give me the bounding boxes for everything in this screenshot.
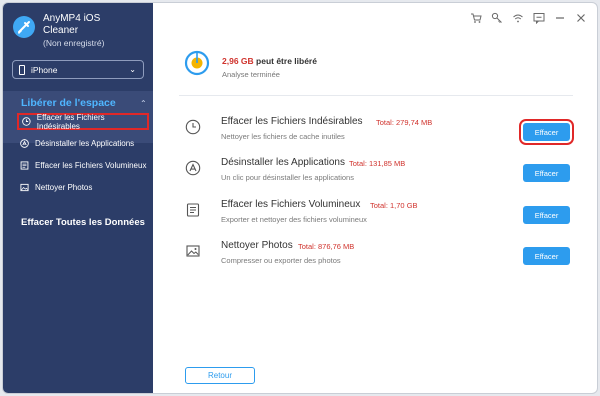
item-description: Exporter et nettoyer des fichiers volumi… (221, 215, 367, 224)
freeable-size-suffix: peut être libéré (256, 56, 317, 66)
wifi-icon[interactable] (512, 12, 524, 24)
list-item-uninstall-apps: Désinstaller les Applications Total: 131… (185, 157, 577, 197)
sidebar: AnyMP4 iOS Cleaner (Non enregistré) iPho… (3, 3, 153, 393)
item-total: Total: 279,74 MB (376, 118, 433, 127)
phone-icon (19, 64, 25, 75)
app-name-line2: Cleaner (43, 25, 79, 36)
device-selected-label: iPhone (31, 64, 58, 75)
chevron-up-icon[interactable]: ⌃ (140, 99, 147, 108)
item-title: Effacer les Fichiers Indésirables (221, 116, 363, 127)
photo-icon (20, 183, 29, 192)
document-icon (186, 203, 200, 217)
registration-status: (Non enregistré) (43, 38, 105, 48)
sidebar-item-label: Désinstaller les Applications (35, 139, 135, 148)
feedback-icon[interactable] (533, 12, 545, 24)
sidebar-item-erase-all[interactable]: Effacer Toutes les Données (21, 217, 145, 228)
back-button[interactable]: Retour (185, 367, 255, 384)
close-icon[interactable] (575, 12, 587, 24)
item-title: Désinstaller les Applications (221, 157, 345, 168)
key-icon[interactable] (491, 12, 503, 24)
divider (179, 95, 573, 96)
scan-status: Analyse terminée (222, 70, 280, 79)
brand-text: AnyMP4 iOS Cleaner (Non enregistré) (43, 13, 104, 49)
window-controls (470, 12, 587, 24)
freeable-size-text: 2,96 GB peut être libéré (222, 56, 317, 66)
sidebar-item-junk-files[interactable]: Effacer les Fichiers Indésirables (17, 112, 149, 131)
list-item-photos: Nettoyer Photos Total: 876,76 MB Compres… (185, 240, 577, 280)
sidebar-item-uninstall-apps[interactable]: Désinstaller les Applications (17, 135, 149, 152)
photo-icon (186, 245, 200, 257)
sidebar-item-photos[interactable]: Nettoyer Photos (17, 179, 149, 196)
clock-icon (185, 119, 201, 135)
clock-icon (22, 117, 31, 126)
item-title: Nettoyer Photos (221, 240, 293, 251)
cart-icon[interactable] (470, 12, 482, 24)
document-icon (20, 161, 29, 170)
item-description: Un clic pour désinstaller les applicatio… (221, 173, 354, 182)
minimize-icon[interactable] (554, 12, 566, 24)
chevron-down-icon: ⌄ (129, 65, 136, 74)
erase-button[interactable]: Effacer (519, 119, 574, 145)
sidebar-item-label: Nettoyer Photos (35, 183, 93, 192)
item-title: Effacer les Fichiers Volumineux (221, 199, 361, 210)
sidebar-item-label: Effacer les Fichiers Indésirables (36, 112, 105, 131)
scan-complete-icon (184, 50, 210, 76)
list-item-junk-files: Effacer les Fichiers Indésirables Total:… (185, 116, 577, 156)
erase-button[interactable]: Effacer (523, 247, 570, 265)
erase-button[interactable]: Effacer (523, 206, 570, 224)
main-panel: 2,96 GB peut être libéré Analyse terminé… (153, 3, 597, 393)
freeable-size-value: 2,96 GB (222, 56, 254, 66)
list-item-large-files: Effacer les Fichiers Volumineux Total: 1… (185, 199, 577, 239)
apps-icon (185, 160, 201, 176)
item-total: Total: 1,70 GB (370, 201, 418, 210)
app-logo-icon (13, 16, 35, 38)
item-total: Total: 131,85 MB (349, 159, 406, 168)
brand: AnyMP4 iOS Cleaner (Non enregistré) (12, 11, 152, 56)
item-description: Nettoyer les fichiers de cache inutiles (221, 132, 345, 141)
sidebar-item-large-files[interactable]: Effacer les Fichiers Volumineux (17, 157, 149, 174)
sidebar-section-title[interactable]: Libérer de l'espace (21, 97, 116, 109)
device-select[interactable]: iPhone ⌄ (12, 60, 144, 79)
app-window: AnyMP4 iOS Cleaner (Non enregistré) iPho… (2, 2, 598, 394)
item-description: Compresser ou exporter des photos (221, 256, 341, 265)
apps-icon (20, 139, 29, 148)
erase-button[interactable]: Effacer (523, 164, 570, 182)
sidebar-item-label: Effacer les Fichiers Volumineux (35, 161, 147, 170)
item-total: Total: 876,76 MB (298, 242, 355, 251)
app-name: AnyMP4 iOS (43, 13, 101, 24)
